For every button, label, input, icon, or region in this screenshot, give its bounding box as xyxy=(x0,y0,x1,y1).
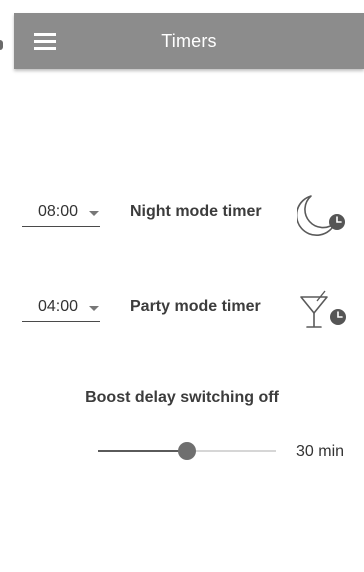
dropdown-arrow-icon xyxy=(89,306,99,311)
edge-indicator xyxy=(0,40,3,50)
night-mode-timer-row: 08:00 Night mode timer xyxy=(0,190,364,240)
party-mode-time-value: 04:00 xyxy=(38,298,79,315)
boost-delay-value: 30 min xyxy=(296,443,345,460)
night-mode-time-select[interactable]: 08:00 xyxy=(22,198,100,227)
cocktail-clock-icon[interactable] xyxy=(297,285,347,335)
night-mode-time-value: 08:00 xyxy=(38,203,79,220)
boost-delay-slider[interactable] xyxy=(98,441,276,461)
boost-delay-label: Boost delay switching off xyxy=(85,389,279,406)
slider-thumb[interactable] xyxy=(178,442,196,460)
app-bar: Timers xyxy=(14,13,364,69)
moon-clock-icon[interactable] xyxy=(295,190,347,240)
party-mode-time-select[interactable]: 04:00 xyxy=(22,293,100,322)
page-title: Timers xyxy=(161,31,217,51)
party-mode-timer-row: 04:00 Party mode timer xyxy=(0,285,364,335)
slider-fill xyxy=(98,450,187,452)
night-mode-timer-label: Night mode timer xyxy=(130,203,262,220)
dropdown-arrow-icon xyxy=(89,211,99,216)
party-mode-timer-label: Party mode timer xyxy=(130,298,261,315)
